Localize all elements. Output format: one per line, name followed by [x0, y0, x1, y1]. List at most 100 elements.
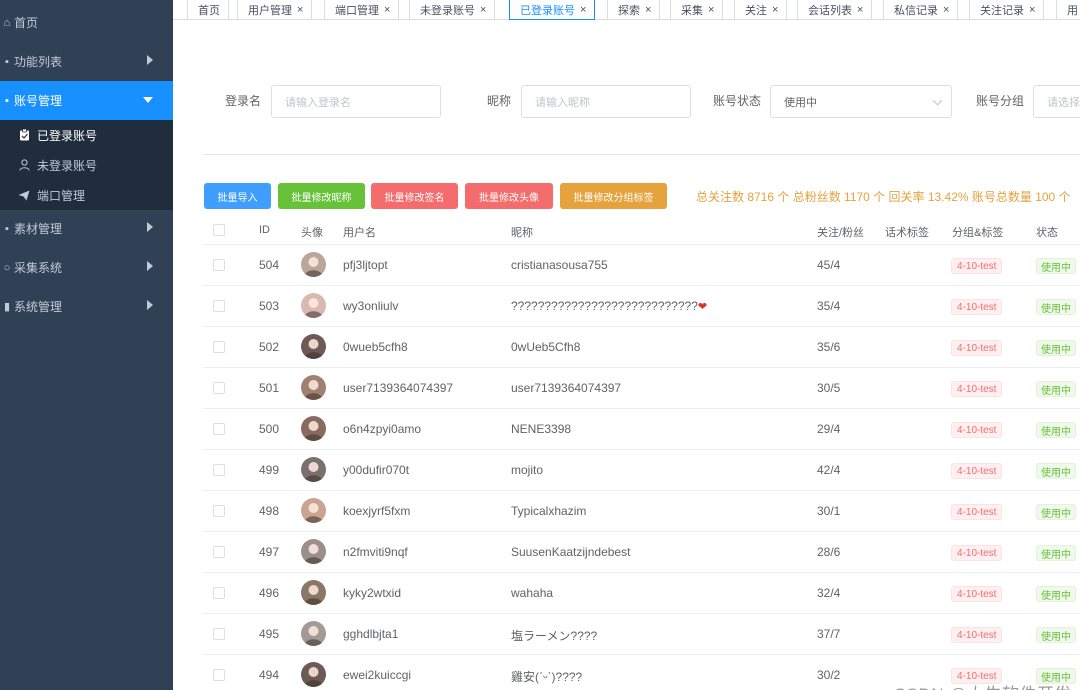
cell-id: 499: [259, 463, 280, 477]
row-checkbox[interactable]: [213, 423, 225, 435]
cell-follow-fans: 37/7: [817, 627, 841, 641]
group-tag-badge: 4-10-test: [951, 463, 1003, 479]
batch-edit-signature-button[interactable]: 批量修改签名: [371, 183, 458, 209]
close-icon[interactable]: ×: [645, 4, 651, 16]
avatar: [301, 498, 326, 523]
tab-follow[interactable]: 关注 ×: [734, 0, 788, 20]
close-icon[interactable]: ×: [1029, 4, 1035, 16]
tab-home[interactable]: 首页: [187, 0, 229, 20]
tab-explore[interactable]: 探索 ×: [607, 0, 661, 20]
cell-id: 495: [259, 627, 280, 641]
group-tag-badge: 4-10-test: [951, 504, 1003, 520]
sidebar-item-features[interactable]: ▪ 功能列表: [0, 42, 173, 81]
material-icon: ▪: [5, 222, 9, 235]
cell-follow-fans: 29/4: [817, 422, 841, 436]
cell-follow-fans: 35/4: [817, 299, 841, 313]
avatar: [301, 621, 326, 646]
cell-username: kyky2wtxid: [343, 586, 402, 600]
tab-user-management[interactable]: 用户管理 ×: [237, 0, 313, 20]
row-checkbox[interactable]: [213, 505, 225, 517]
tab-not-logged-in[interactable]: 未登录账号 ×: [409, 0, 496, 20]
cell-nickname: cristianasousa755: [511, 258, 608, 272]
row-checkbox[interactable]: [213, 546, 225, 558]
cell-nickname: 塩ラーメン????: [511, 629, 598, 643]
status-badge: 使用中: [1036, 545, 1076, 561]
nickname-placeholder: 请输入昵称: [535, 96, 590, 109]
tab-label: 已登录账号: [520, 4, 575, 17]
chevron-right-icon: [147, 300, 153, 310]
user-icon: ▪: [5, 94, 9, 107]
cell-nickname-wrap: ????????????????????????????❤: [511, 299, 707, 313]
login-name-input[interactable]: 请输入登录名: [271, 85, 441, 118]
row-checkbox[interactable]: [213, 341, 225, 353]
avatar: [301, 662, 326, 687]
tab-label: 端口管理: [335, 4, 379, 17]
batch-edit-group-button[interactable]: 批量修改分组标签: [560, 183, 667, 209]
cell-username: gghdlbjta1: [343, 627, 399, 641]
group-tag-badge: 4-10-test: [951, 258, 1003, 274]
row-checkbox[interactable]: [213, 669, 225, 681]
table-row[interactable]: 500 o6n4zpyi0amo NENE3398 29/4 4-10-test 使用中: [203, 409, 1080, 450]
sidebar-item-system[interactable]: ▮ 系统管理: [0, 287, 173, 326]
sidebar: ⌂ 首页 ▪ 功能列表 ▪ 账号管理 已登录账号 未登录账号 端口管理 ▪ 素材…: [0, 0, 173, 690]
stats-summary: 总关注数 8716 个 总粉丝数 1170 个 回关率 13.42% 账号总数量…: [696, 190, 1071, 204]
sidebar-item-materials[interactable]: ▪ 素材管理: [0, 209, 173, 248]
close-icon[interactable]: ×: [708, 4, 714, 16]
tab-collect[interactable]: 采集 ×: [670, 0, 724, 20]
submenu-item-logged-in[interactable]: 已登录账号: [0, 120, 173, 150]
status-badge: 使用中: [1036, 463, 1076, 479]
group-tag-badge: 4-10-test: [951, 586, 1003, 602]
close-icon[interactable]: ×: [480, 4, 486, 16]
table-row[interactable]: 502 0wueb5cfh8 0wUeb5Cfh8 35/6 4-10-test 使用中: [203, 327, 1080, 368]
close-icon[interactable]: ×: [297, 4, 303, 16]
sidebar-item-collection[interactable]: ○ 采集系统: [0, 248, 173, 287]
column-group-tag: 分组&标签: [952, 227, 1004, 239]
row-checkbox[interactable]: [213, 587, 225, 599]
submenu-item-ports[interactable]: 端口管理: [0, 180, 173, 210]
table-row[interactable]: 496 kyky2wtxid wahaha 32/4 4-10-test 使用中: [203, 573, 1080, 614]
tab-logged-in[interactable]: 已登录账号 ×: [509, 0, 596, 20]
tab-conversations[interactable]: 会话列表 ×: [797, 0, 873, 20]
batch-edit-nickname-button[interactable]: 批量修改昵称: [278, 183, 365, 209]
sidebar-item-home[interactable]: ⌂ 首页: [0, 3, 173, 42]
close-icon[interactable]: ×: [384, 4, 390, 16]
login-name-label: 登录名: [225, 94, 262, 108]
table-row[interactable]: 498 koexjyrf5fxm Typicalxhazim 30/1 4-10-tes…: [203, 491, 1080, 532]
cell-id: 496: [259, 586, 280, 600]
cell-username: koexjyrf5fxm: [343, 504, 411, 518]
table-row[interactable]: 497 n2fmviti9nqf SuusenKaatzijndebest 28/6 4…: [203, 532, 1080, 573]
row-checkbox[interactable]: [213, 628, 225, 640]
close-icon[interactable]: ×: [580, 4, 586, 16]
table-row[interactable]: 503 wy3onliulv???????????????????????????…: [203, 286, 1080, 327]
batch-import-button[interactable]: 批量导入: [204, 183, 271, 209]
status-select-value: 使用中: [784, 96, 817, 109]
status-badge: 使用中: [1036, 381, 1076, 397]
avatar: [301, 375, 326, 400]
heart-icon: ❤: [697, 301, 708, 313]
tab-follow-records[interactable]: 关注记录 ×: [969, 0, 1045, 20]
tab-messages[interactable]: 私信记录 ×: [883, 0, 959, 20]
status-select[interactable]: 使用中: [770, 85, 952, 118]
submenu-item-not-logged-in[interactable]: 未登录账号: [0, 150, 173, 180]
tab-port-management[interactable]: 端口管理 ×: [324, 0, 400, 20]
row-checkbox[interactable]: [213, 300, 225, 312]
group-select[interactable]: 请选择: [1033, 85, 1080, 118]
cell-follow-fans: 28/6: [817, 545, 841, 559]
table-row[interactable]: 501 user7139364074397 user7139364074397 30/…: [203, 368, 1080, 409]
row-checkbox[interactable]: [213, 259, 225, 271]
table-row[interactable]: 499 y00dufir070t mojito 42/4 4-10-test 使用中: [203, 450, 1080, 491]
sidebar-item-accounts[interactable]: ▪ 账号管理: [0, 81, 173, 120]
tab-overflow[interactable]: 用: [1056, 0, 1080, 20]
batch-edit-avatar-button[interactable]: 批量修改头像: [465, 183, 553, 209]
table-row[interactable]: 504 pfj3ljtopt cristianasousa755 45/4 4-10-t…: [203, 245, 1080, 286]
row-checkbox[interactable]: [213, 464, 225, 476]
nickname-input[interactable]: 请输入昵称: [521, 85, 691, 118]
cell-username: 0wueb5cfh8: [343, 340, 408, 354]
close-icon[interactable]: ×: [772, 4, 778, 16]
table-row[interactable]: 495 gghdlbjta1 塩ラーメン???? 37/7 4-10-test 使用中: [203, 614, 1080, 655]
row-checkbox[interactable]: [213, 382, 225, 394]
cell-nickname: 雞安(ˊᵕˋ)????: [511, 670, 583, 684]
close-icon[interactable]: ×: [857, 4, 863, 16]
select-all-checkbox[interactable]: [213, 224, 225, 236]
close-icon[interactable]: ×: [943, 4, 949, 16]
